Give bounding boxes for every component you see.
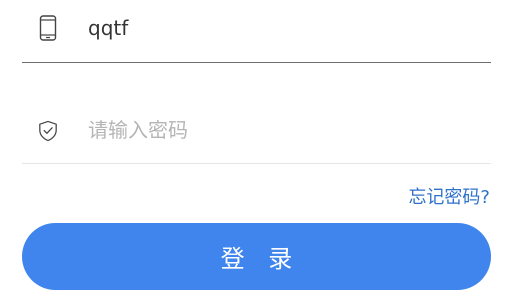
forgot-password-link[interactable]: 忘记密码? (408, 183, 490, 209)
password-input[interactable] (88, 112, 468, 148)
smartphone-icon (38, 15, 58, 41)
phone-input[interactable] (88, 10, 468, 46)
password-field-row (22, 100, 491, 164)
phone-field-row (22, 0, 491, 63)
login-button[interactable]: 登 录 (22, 223, 491, 290)
login-form: 忘记密码? 登 录 (0, 0, 517, 292)
shield-check-icon (38, 118, 58, 144)
